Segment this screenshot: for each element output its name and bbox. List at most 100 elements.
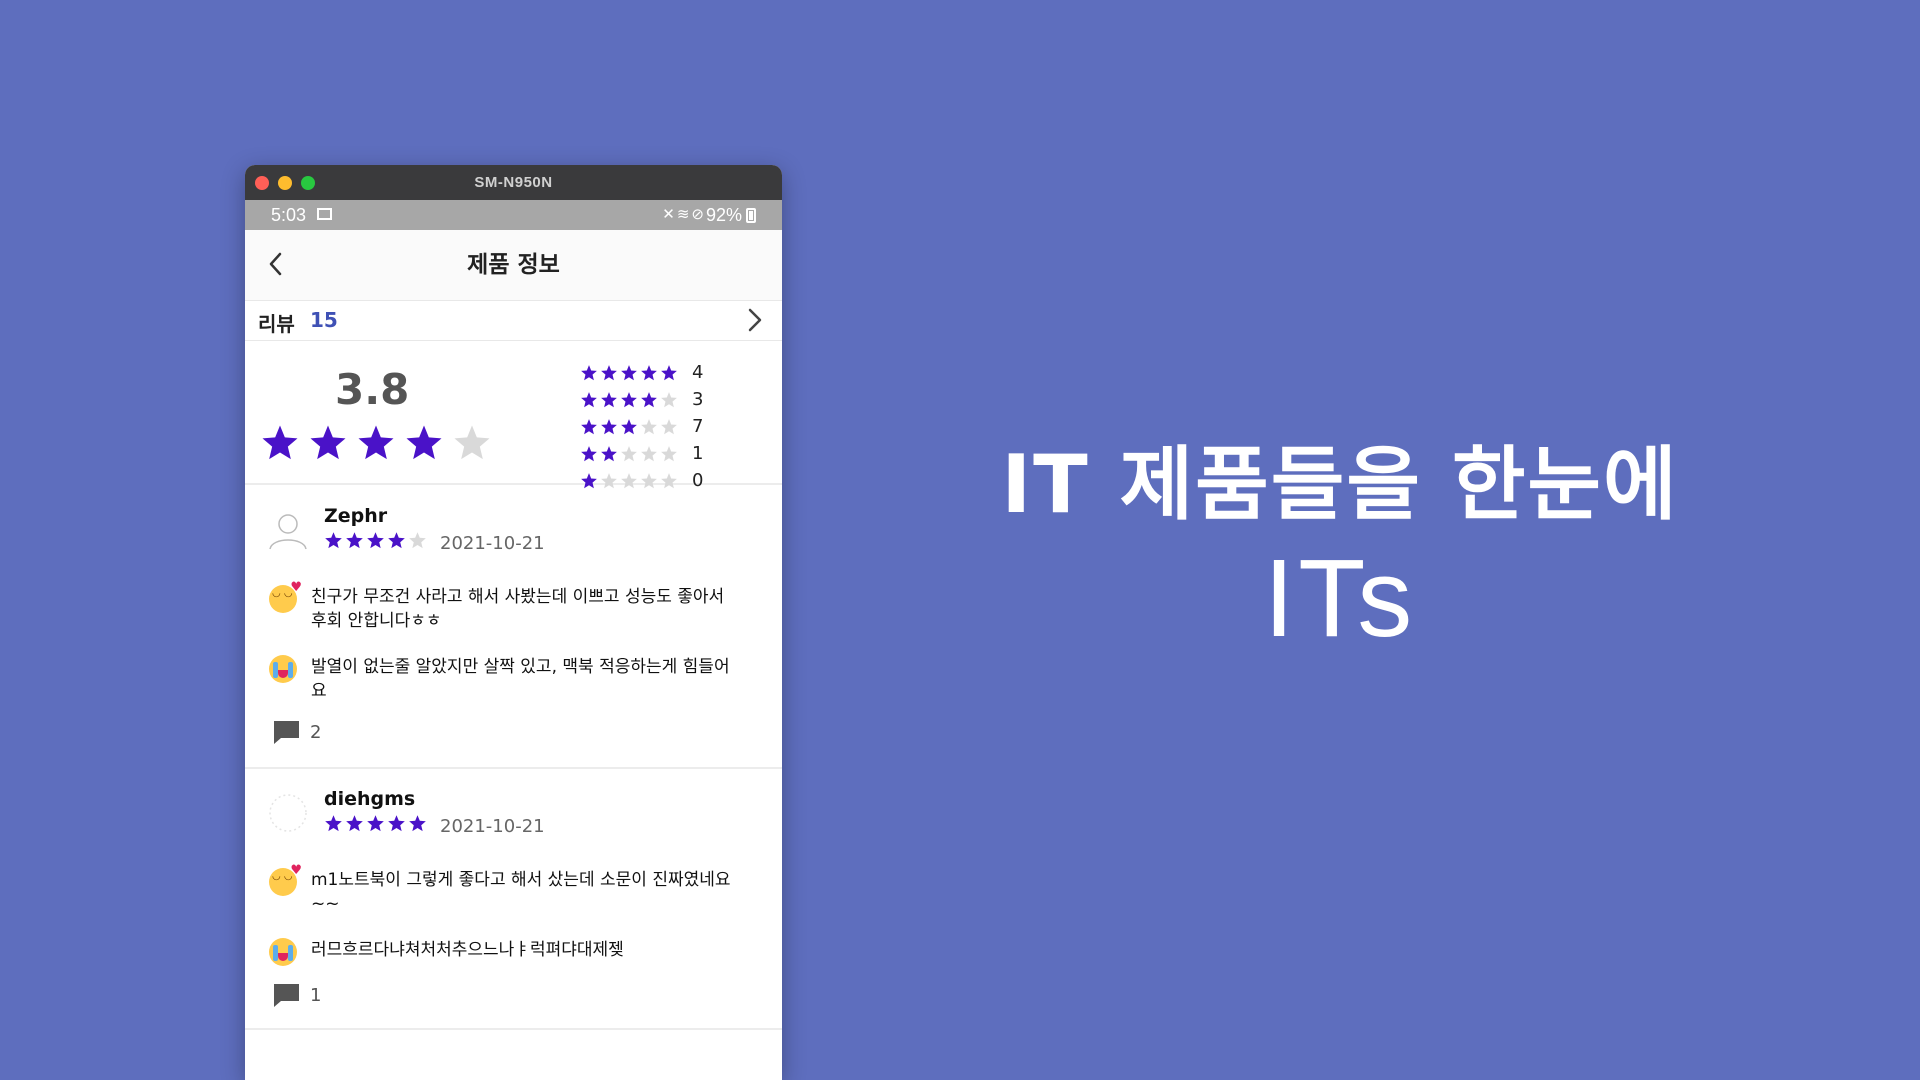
review-pros-text: 친구가 무조건 사라고 해서 사봤는데 이쁘고 성능도 좋아서 후회 안합니다ㅎ… xyxy=(311,587,725,631)
star-filled-icon xyxy=(581,364,597,380)
star-filled-icon xyxy=(325,532,342,549)
star-filled-icon xyxy=(581,391,597,407)
star-empty-icon xyxy=(661,391,677,407)
review-card: diehgms 2021-10-21 m1노트북이 그렇게 좋다고 해서 샀는데… xyxy=(245,768,782,1030)
star-empty-icon xyxy=(641,418,657,434)
distribution-count: 3 xyxy=(692,389,704,410)
tagline: IT 제품들을 한눈에 xyxy=(1001,438,1679,531)
page-title: 제품 정보 xyxy=(467,252,560,278)
star-filled-icon xyxy=(346,815,363,832)
review-cons: 발열이 없는줄 알았지만 살짝 있고, 맥북 적응하는게 힘들어요 xyxy=(269,655,741,703)
distribution-count: 7 xyxy=(692,416,704,437)
review-pros-text: m1노트북이 그렇게 좋다고 해서 샀는데 소문이 진짜였네요~~ xyxy=(311,870,731,914)
rating-distribution: 43710 xyxy=(580,359,712,494)
reviews-header[interactable]: 리뷰 15 xyxy=(245,300,782,341)
wifi-icon: ≋ xyxy=(676,206,692,223)
image-notification-icon xyxy=(317,208,332,220)
smiling-hearts-emoji-icon xyxy=(269,580,302,613)
review-date: 2021-10-21 xyxy=(440,816,545,837)
reviews-label: 리뷰 xyxy=(258,312,295,336)
comments-button[interactable]: 1 xyxy=(273,983,321,1008)
distribution-row: 1 xyxy=(580,440,712,467)
distribution-row: 7 xyxy=(580,413,712,440)
star-filled-icon xyxy=(621,364,637,380)
star-filled-icon xyxy=(621,418,637,434)
star-filled-icon xyxy=(641,364,657,380)
distribution-stars xyxy=(580,418,678,436)
review-cons: 러므흐르다냐쳐처처추으느나ㅑ럭펴댜대제젲 xyxy=(269,938,741,966)
review-card: Zephr 2021-10-21 친구가 무조건 사라고 해서 사봤는데 이쁘고… xyxy=(245,485,782,769)
distribution-count: 1 xyxy=(692,443,704,464)
star-empty-icon xyxy=(661,418,677,434)
star-filled-icon xyxy=(661,364,677,380)
star-filled-icon xyxy=(310,425,346,460)
battery-percent: 92% xyxy=(705,205,742,225)
status-icons: ✕≋⊘ xyxy=(662,205,706,223)
comment-icon xyxy=(274,984,299,1007)
review-date: 2021-10-21 xyxy=(440,533,545,554)
star-filled-icon xyxy=(601,364,617,380)
comment-count: 1 xyxy=(310,985,322,1006)
star-filled-icon xyxy=(346,532,363,549)
close-window-button[interactable] xyxy=(255,176,269,190)
star-filled-icon xyxy=(409,815,426,832)
star-filled-icon xyxy=(601,445,617,461)
status-time: 5:03 xyxy=(271,205,307,225)
star-filled-icon xyxy=(358,425,394,460)
average-stars xyxy=(260,423,492,463)
star-filled-icon xyxy=(641,391,657,407)
distribution-row: 4 xyxy=(580,359,712,386)
minimize-window-button[interactable] xyxy=(278,176,292,190)
review-username: diehgms xyxy=(324,788,416,810)
star-empty-icon xyxy=(409,532,426,549)
star-filled-icon xyxy=(388,532,405,549)
average-rating: 3.8 xyxy=(335,365,410,414)
star-filled-icon xyxy=(367,815,384,832)
comment-count: 2 xyxy=(310,722,322,743)
star-filled-icon xyxy=(601,391,617,407)
user-avatar-icon xyxy=(269,794,307,832)
star-filled-icon xyxy=(367,532,384,549)
review-username: Zephr xyxy=(324,505,388,527)
star-empty-icon xyxy=(641,445,657,461)
star-filled-icon xyxy=(581,445,597,461)
smiling-hearts-emoji-icon xyxy=(269,863,302,896)
distribution-stars xyxy=(580,445,678,463)
star-filled-icon xyxy=(406,425,442,460)
star-empty-icon xyxy=(621,445,637,461)
crying-emoji-icon xyxy=(269,655,297,683)
star-filled-icon xyxy=(388,815,405,832)
star-empty-icon xyxy=(661,445,677,461)
emulator-window: SM-N950N 5:03 ✕≋⊘ 92% 제품 정보 리뷰 15 3.8 4 3… xyxy=(245,165,782,1080)
review-cons-text: 발열이 없는줄 알았지만 살짝 있고, 맥북 적응하는게 힘들어요 xyxy=(311,657,730,701)
status-bar: 5:03 ✕≋⊘ 92% xyxy=(245,200,782,230)
review-stars xyxy=(324,814,427,833)
star-empty-icon xyxy=(454,425,490,460)
review-pros: 친구가 무조건 사라고 해서 사봤는데 이쁘고 성능도 좋아서 후회 안합니다ㅎ… xyxy=(269,580,741,633)
reviews-count: 15 xyxy=(310,308,338,332)
rating-summary: 3.8 43710 xyxy=(245,341,782,491)
star-filled-icon xyxy=(621,391,637,407)
review-stars xyxy=(324,531,427,550)
app-bar: 제품 정보 xyxy=(245,230,782,301)
star-filled-icon xyxy=(262,425,298,460)
window-title: SM-N950N xyxy=(474,174,553,191)
distribution-count: 4 xyxy=(692,362,704,383)
user-avatar-icon xyxy=(269,514,307,550)
battery-icon xyxy=(746,208,756,223)
chevron-right-icon[interactable] xyxy=(743,306,767,334)
comments-button[interactable]: 2 xyxy=(273,720,321,745)
distribution-stars xyxy=(580,364,678,382)
blocked-icon: ⊘ xyxy=(691,206,706,223)
review-pros: m1노트북이 그렇게 좋다고 해서 샀는데 소문이 진짜였네요~~ xyxy=(269,863,741,916)
star-filled-icon xyxy=(581,418,597,434)
maximize-window-button[interactable] xyxy=(301,176,315,190)
brand-logo-text: ITs xyxy=(1263,537,1417,660)
distribution-stars xyxy=(580,391,678,409)
crying-emoji-icon xyxy=(269,938,297,966)
comment-icon xyxy=(274,721,299,744)
mute-icon: ✕ xyxy=(662,206,677,223)
review-cons-text: 러므흐르다냐쳐처처추으느나ㅑ럭펴댜대제젲 xyxy=(311,940,624,960)
window-titlebar: SM-N950N xyxy=(245,165,782,200)
star-filled-icon xyxy=(601,418,617,434)
